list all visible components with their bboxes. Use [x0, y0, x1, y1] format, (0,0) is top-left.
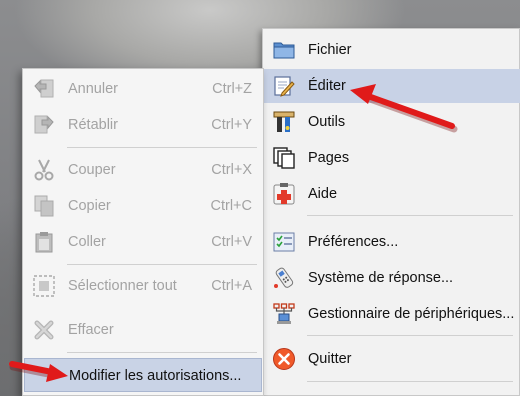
pages-icon — [273, 147, 295, 169]
arrow-pointing-modifier-icon — [9, 361, 68, 382]
quit-icon — [273, 348, 295, 370]
help-icon — [273, 183, 295, 205]
submenu-item-selectionner-tout[interactable]: Sélectionner tout Ctrl+A — [24, 268, 262, 304]
submenu-item-label: Sélectionner tout — [68, 278, 177, 294]
preferences-icon — [273, 232, 295, 252]
submenu-item-retablir[interactable]: Rétablir Ctrl+Y — [24, 107, 262, 143]
menu-separator — [307, 381, 513, 382]
submenu-item-label: Rétablir — [68, 117, 118, 133]
submenu-item-label: Copier — [68, 198, 111, 214]
submenu-item-copier[interactable]: Copier Ctrl+C — [24, 188, 262, 224]
menu-item-label: Pages — [308, 150, 350, 166]
paste-icon — [35, 232, 53, 253]
submenu-item-label: Couper — [68, 162, 116, 178]
menu-item-pages[interactable]: Pages — [264, 141, 520, 175]
submenu-item-label: Modifier les autorisations... — [69, 368, 242, 384]
menu-separator — [307, 215, 513, 216]
submenu-item-couper[interactable]: Couper Ctrl+X — [24, 152, 262, 188]
menu-item-label: Fichier — [308, 42, 352, 58]
tools-icon — [273, 111, 295, 132]
submenu-item-label: Annuler — [68, 81, 118, 97]
folder-icon — [273, 42, 295, 59]
menu-item-label: Système de réponse... — [308, 270, 454, 286]
menu-item-label: Aide — [308, 186, 338, 202]
shortcut-label: Ctrl+A — [211, 278, 252, 294]
arrow-pointing-editer-icon — [350, 84, 458, 133]
scissors-icon — [34, 159, 54, 181]
submenu-item-coller[interactable]: Coller Ctrl+V — [24, 224, 262, 260]
submenu-item-label: Coller — [68, 234, 106, 250]
menu-separator — [307, 335, 513, 336]
menu-item-aide[interactable]: Aide — [264, 177, 520, 211]
response-system-icon — [274, 267, 294, 288]
shortcut-label: Ctrl+X — [211, 162, 252, 178]
menu-item-systeme-reponse[interactable]: Système de réponse... — [264, 261, 520, 295]
shortcut-label: Ctrl+C — [210, 198, 253, 214]
menu-item-fichier[interactable]: Fichier — [264, 33, 520, 67]
submenu-item-annuler[interactable]: Annuler Ctrl+Z — [24, 71, 262, 107]
copy-icon — [34, 195, 54, 217]
menu-item-label: Quitter — [308, 351, 352, 367]
redo-icon — [34, 115, 54, 134]
menu-separator — [67, 147, 257, 148]
shortcut-label: Ctrl+Z — [212, 81, 252, 97]
shortcut-label: Ctrl+Y — [211, 117, 252, 133]
select-all-icon — [33, 275, 55, 297]
menu-item-gestionnaire-peripheriques[interactable]: Gestionnaire de périphériques... — [264, 297, 520, 331]
delete-icon — [34, 320, 54, 340]
menu-item-quitter[interactable]: Quitter — [264, 342, 520, 376]
device-manager-icon — [273, 303, 295, 324]
menu-item-preferences[interactable]: Préférences... — [264, 225, 520, 259]
edit-submenu: Annuler Ctrl+Z Rétablir Ctrl+Y Couper Ct… — [22, 68, 264, 396]
menu-separator — [67, 264, 257, 265]
menu-item-label: Préférences... — [308, 234, 399, 250]
submenu-item-effacer[interactable]: Effacer — [24, 312, 262, 348]
submenu-item-label: Effacer — [68, 322, 114, 338]
undo-icon — [34, 79, 54, 98]
menu-separator — [67, 352, 257, 353]
shortcut-label: Ctrl+V — [211, 234, 252, 250]
menu-item-label: Gestionnaire de périphériques... — [308, 306, 515, 322]
edit-icon — [274, 76, 295, 97]
